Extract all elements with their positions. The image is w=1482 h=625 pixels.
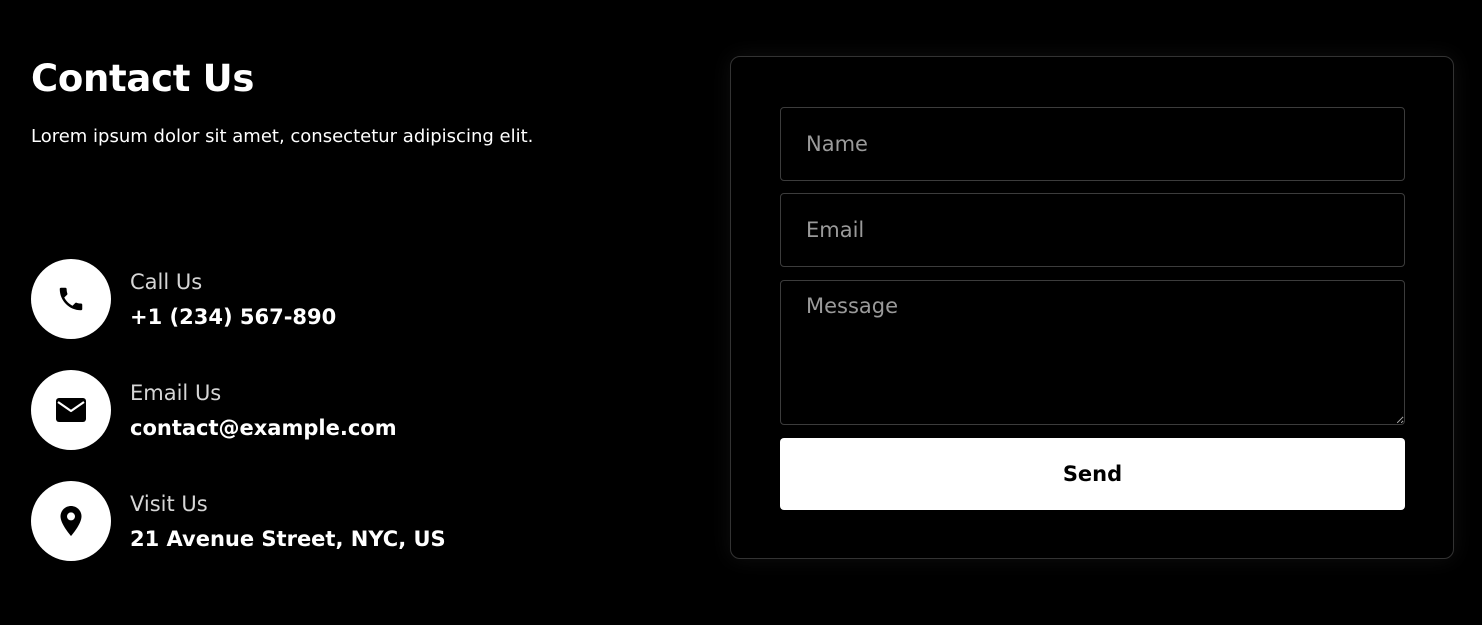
contact-info-section: Contact Us Lorem ipsum dolor sit amet, c… (31, 0, 691, 625)
contact-form: Send (730, 56, 1454, 559)
contact-page: Contact Us Lorem ipsum dolor sit amet, c… (0, 0, 1482, 625)
message-textarea[interactable] (780, 280, 1405, 425)
send-button[interactable]: Send (780, 438, 1405, 510)
phone-number: +1 (234) 567-890 (130, 305, 337, 329)
page-subtitle: Lorem ipsum dolor sit amet, consectetur … (31, 126, 534, 147)
email-input[interactable] (780, 193, 1405, 267)
contact-item-label: Call Us (130, 270, 203, 294)
contact-item-visit: Visit Us 21 Avenue Street, NYC, US (31, 481, 631, 561)
street-address: 21 Avenue Street, NYC, US (130, 527, 446, 551)
contact-item-label: Email Us (130, 381, 222, 405)
phone-icon (31, 259, 111, 339)
page-title: Contact Us (31, 57, 255, 100)
contact-item-label: Visit Us (130, 492, 208, 516)
location-pin-icon (31, 481, 111, 561)
email-address: contact@example.com (130, 416, 397, 440)
contact-item-email: Email Us contact@example.com (31, 370, 631, 450)
contact-item-call: Call Us +1 (234) 567-890 (31, 259, 631, 339)
name-input[interactable] (780, 107, 1405, 181)
envelope-icon (31, 370, 111, 450)
